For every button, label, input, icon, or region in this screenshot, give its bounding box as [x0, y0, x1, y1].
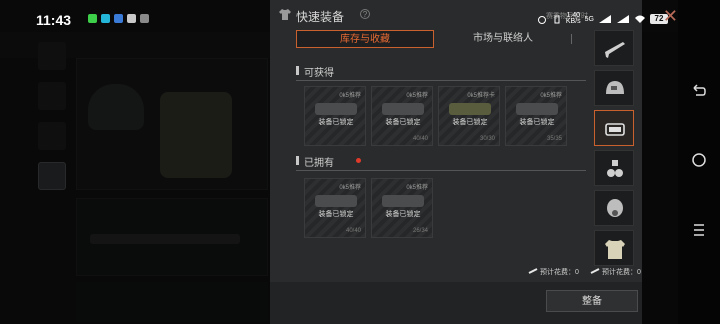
equipment-card[interactable]: 0k5推荐卡 装备已锁定 30/30 [438, 86, 500, 146]
item-image [382, 195, 424, 207]
notification-icon [140, 14, 149, 23]
status-right: 1.40 KB/s 5G 72 [536, 12, 668, 25]
alert-dot [356, 158, 361, 163]
category-chest-rig[interactable] [594, 110, 634, 146]
card-tag: 0k5推荐 [540, 93, 562, 99]
category-body-armor[interactable] [594, 230, 634, 266]
quick-equip-modal: 快速装备 ? 赛季物品暂时 库存与收藏 市场与联络人 可获得 0k5推荐 装备已… [270, 0, 642, 324]
category-list [592, 30, 636, 268]
home-icon[interactable] [691, 152, 707, 168]
source-tabs: 库存与收藏 市场与联络人 [296, 30, 576, 48]
recent-apps-icon[interactable] [691, 222, 707, 238]
navigation-bar [678, 0, 720, 324]
card-tag: 0k5推荐卡 [467, 93, 495, 99]
chest-rig-icon [605, 123, 625, 136]
card-locked-label: 装备已锁定 [519, 119, 555, 126]
network-type: 5G [584, 15, 594, 23]
network-speed: 1.40 KB/s [565, 12, 581, 25]
section-divider [296, 80, 586, 81]
wifi-icon [635, 15, 645, 23]
back-icon[interactable] [691, 82, 707, 98]
notification-icon [101, 14, 110, 23]
body-armor-icon [605, 240, 625, 259]
cost-bar: 预计花费：0 预计花费：0 [270, 264, 642, 280]
notification-icon [114, 14, 123, 23]
item-image [449, 103, 491, 115]
card-tag: 0k5推荐 [406, 93, 428, 99]
estimated-cost: 预计花费：0 [540, 269, 579, 276]
card-tag: 0k5推荐 [339, 93, 361, 99]
equip-button[interactable]: 整备 [546, 290, 638, 312]
status-time: 11:43 [36, 12, 72, 28]
night-vision-icon [607, 160, 623, 177]
helmet-icon [606, 81, 624, 94]
card-locked-label: 装备已锁定 [318, 211, 354, 218]
category-gas-mask[interactable] [594, 190, 634, 226]
card-quantity: 26/34 [412, 228, 428, 234]
section-marker [296, 66, 299, 75]
close-icon[interactable]: ✕ [663, 6, 678, 27]
category-rifle[interactable] [594, 30, 634, 66]
card-quantity: 40/40 [412, 136, 428, 142]
card-tag: 0k5推荐 [406, 185, 428, 191]
signal-icon [617, 15, 629, 23]
card-locked-label: 装备已锁定 [385, 119, 421, 126]
tab-market[interactable]: 市场与联络人 [436, 30, 570, 48]
notification-icon [127, 14, 136, 23]
currency-icon [528, 268, 538, 274]
item-image [315, 103, 357, 115]
signal-icon [599, 15, 611, 23]
section-title-owned: 已拥有 [304, 158, 334, 169]
currency-icon [590, 268, 600, 274]
item-image [516, 103, 558, 115]
equipment-card[interactable]: 0k5推荐 装备已锁定 40/40 [371, 86, 433, 146]
section-marker [296, 156, 299, 165]
card-locked-label: 装备已锁定 [385, 211, 421, 218]
network-speed-unit: KB/s [565, 18, 581, 25]
status-bar: 11:43 1.40 KB/s 5G 72 ✕ [0, 0, 720, 32]
category-night-vision[interactable] [594, 150, 634, 186]
status-notification-icons [88, 14, 149, 23]
rifle-icon [605, 42, 625, 58]
section-divider [296, 170, 586, 171]
section-title-available: 可获得 [304, 68, 334, 79]
card-tag: 0k5推荐 [339, 185, 361, 191]
card-locked-label: 装备已锁定 [318, 119, 354, 126]
vibrate-icon [554, 15, 560, 23]
card-quantity: 35/35 [546, 136, 562, 142]
item-image [382, 103, 424, 115]
equipment-card[interactable]: 0k5推荐 装备已锁定 40/40 [304, 178, 366, 238]
card-quantity: 40/40 [345, 228, 361, 234]
notification-icon [88, 14, 97, 23]
equipment-card[interactable]: 0k5推荐 装备已锁定 [304, 86, 366, 146]
card-quantity: 30/30 [479, 136, 495, 142]
category-helmet[interactable] [594, 70, 634, 106]
equipment-card[interactable]: 0k5推荐 装备已锁定 35/35 [505, 86, 567, 146]
item-image [315, 195, 357, 207]
card-locked-label: 装备已锁定 [452, 119, 488, 126]
alarm-icon [537, 15, 546, 24]
tab-divider [571, 34, 572, 44]
gas-mask-icon [607, 199, 623, 217]
tab-inventory[interactable]: 库存与收藏 [296, 30, 434, 48]
equipment-card[interactable]: 0k5推荐 装备已锁定 26/34 [371, 178, 433, 238]
estimated-cost: 预计花费：0 [602, 269, 641, 276]
